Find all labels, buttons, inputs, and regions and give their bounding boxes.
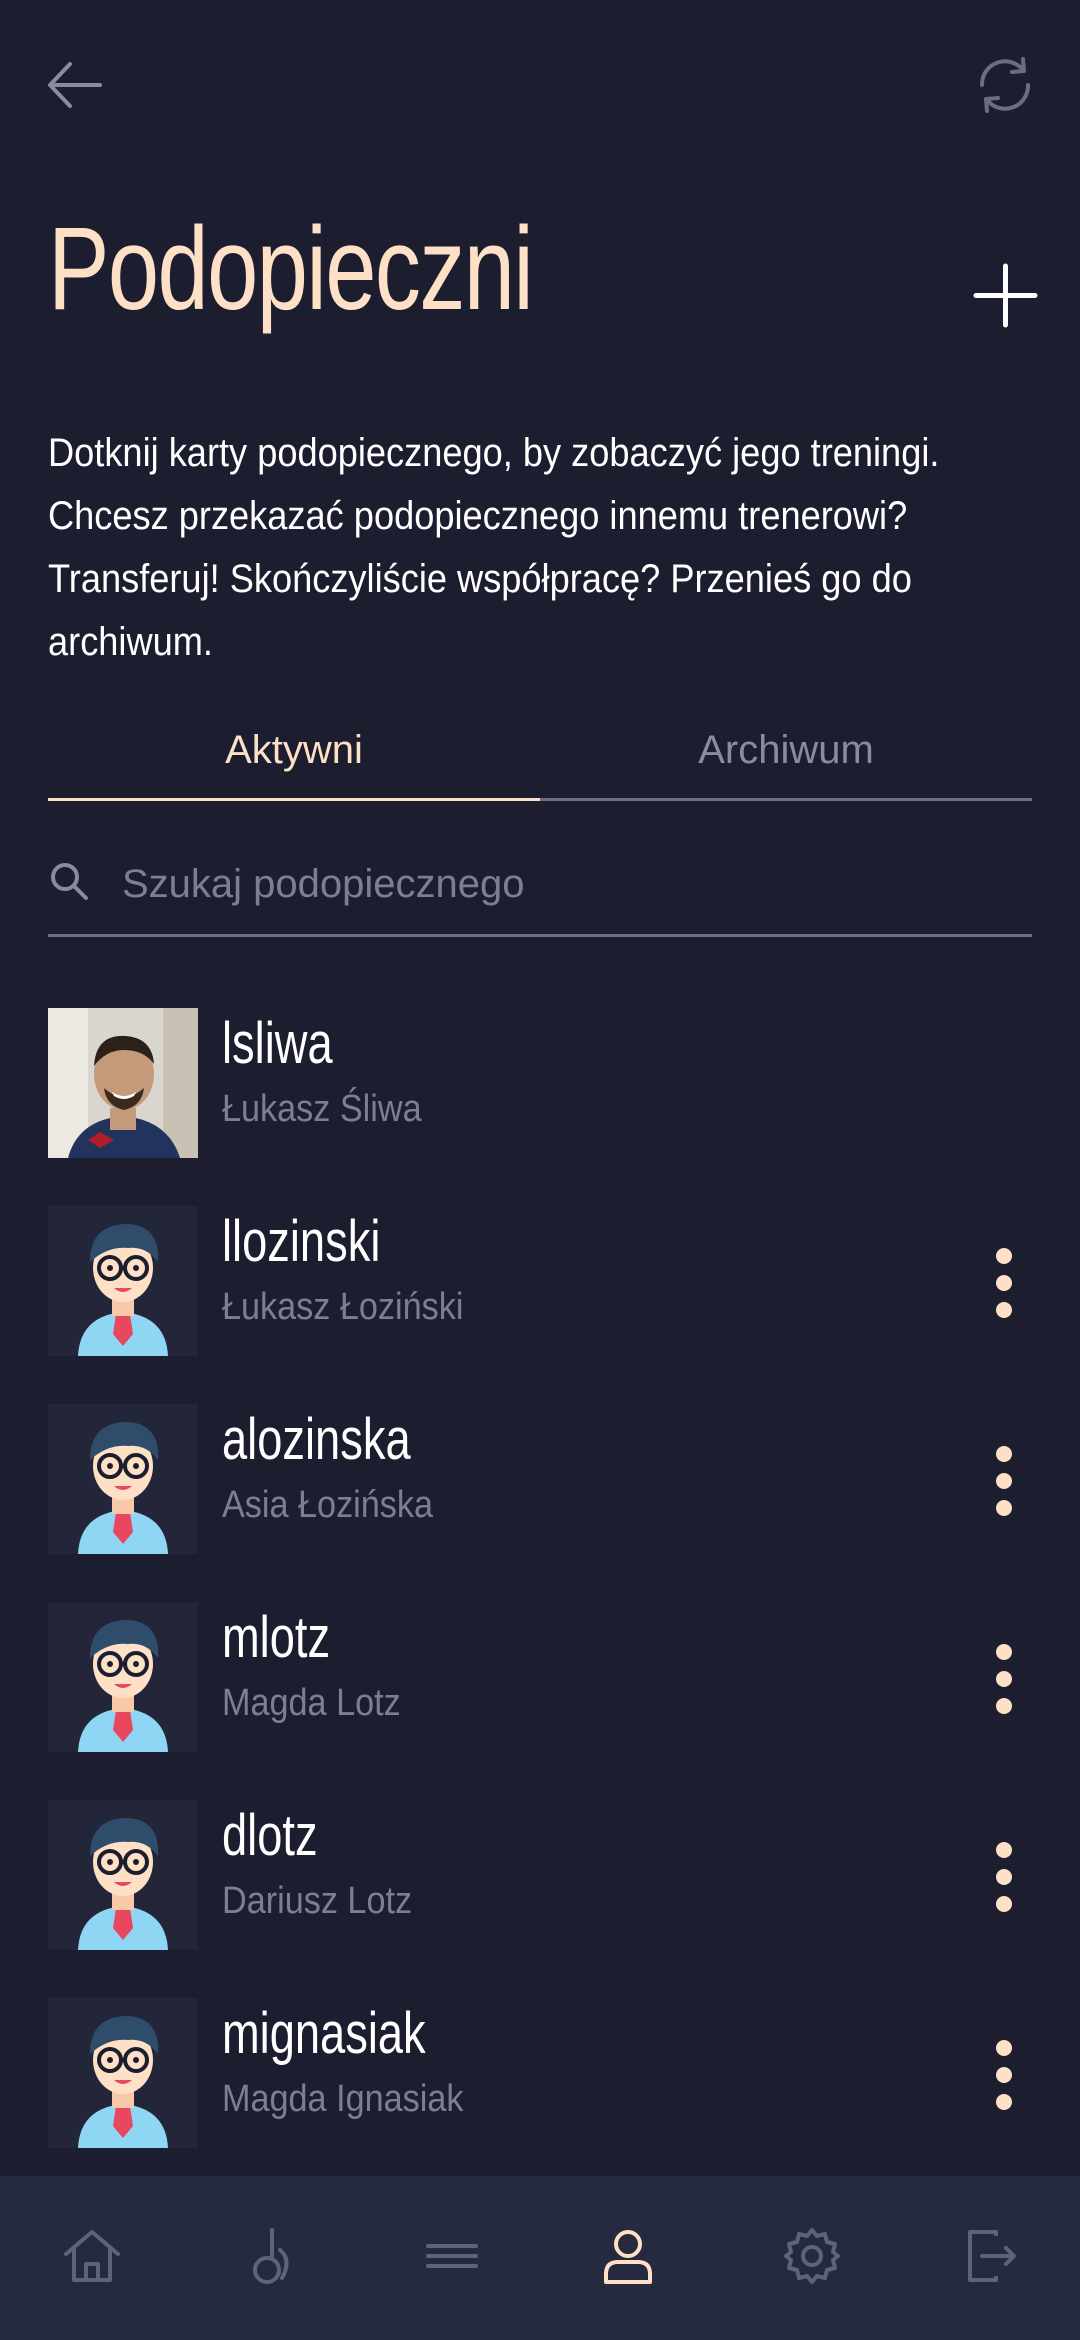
back-button[interactable]: [40, 50, 110, 120]
client-full-name: Magda Lotz: [222, 1682, 401, 1724]
client-full-name: Dariusz Lotz: [222, 1880, 413, 1922]
default-avatar: [48, 1800, 198, 1950]
user-icon: [604, 2230, 652, 2284]
client-username: alozinska: [222, 1407, 411, 1472]
plus-icon: [973, 263, 1038, 328]
client-full-name: Łukasz Łoziński: [222, 1286, 464, 1328]
client-card[interactable]: mignasiak Magda Ignasiak: [0, 1998, 1080, 2148]
logout-icon: [968, 2230, 1016, 2282]
more-options-button[interactable]: [985, 2040, 1025, 2110]
client-username: lsliwa: [222, 1011, 333, 1076]
nav-logout[interactable]: [950, 2216, 1030, 2296]
more-options-button[interactable]: [985, 1446, 1025, 1516]
home-icon: [64, 2230, 120, 2282]
client-username: mignasiak: [222, 2001, 426, 2066]
client-full-name: Magda Ignasiak: [222, 2078, 464, 2120]
refresh-button[interactable]: [970, 50, 1040, 120]
nav-clients[interactable]: [588, 2216, 668, 2296]
arrow-left-icon: [48, 62, 102, 108]
default-avatar: [48, 1602, 198, 1752]
tab-active-clients[interactable]: Aktywni: [48, 720, 540, 800]
client-card[interactable]: mlotz Magda Lotz: [0, 1602, 1080, 1752]
more-options-button[interactable]: [985, 1842, 1025, 1912]
top-bar: [0, 0, 1080, 170]
more-options-button[interactable]: [985, 1644, 1025, 1714]
client-username: dlotz: [222, 1803, 318, 1868]
kettlebell-icon: [253, 2228, 289, 2284]
refresh-icon: [979, 57, 1031, 113]
tab-underline: [540, 798, 1032, 801]
nav-menu[interactable]: [412, 2216, 492, 2296]
menu-icon: [426, 2244, 478, 2268]
client-photo: [48, 1008, 198, 1158]
client-username: llozinski: [222, 1209, 381, 1274]
page-title: Podopieczni: [48, 203, 534, 335]
default-avatar: [48, 1206, 198, 1356]
search-icon: [51, 863, 88, 900]
default-avatar: [48, 1404, 198, 1554]
client-full-name: Asia Łozińska: [222, 1484, 434, 1526]
client-card[interactable]: alozinska Asia Łozińska: [0, 1404, 1080, 1554]
add-client-button[interactable]: [968, 258, 1043, 333]
client-card[interactable]: llozinski Łukasz Łoziński: [0, 1206, 1080, 1356]
tab-indicator: [48, 798, 540, 801]
client-card[interactable]: dlotz Dariusz Lotz: [0, 1800, 1080, 1950]
default-avatar: [48, 1998, 198, 2148]
client-username: mlotz: [222, 1605, 331, 1670]
nav-training[interactable]: [232, 2216, 312, 2296]
page-description: Dotknij karty podopiecznego, by zobaczyć…: [48, 431, 940, 664]
tab-archive[interactable]: Archiwum: [540, 720, 1032, 800]
search-input[interactable]: [120, 848, 1024, 920]
more-options-button[interactable]: [985, 1248, 1025, 1318]
nav-settings[interactable]: [772, 2216, 852, 2296]
search-underline: [48, 934, 1032, 937]
nav-home[interactable]: [52, 2216, 132, 2296]
search-bar: [48, 840, 1032, 936]
client-card[interactable]: lsliwa Łukasz Śliwa: [0, 1008, 1080, 1158]
settings-icon: [784, 2228, 840, 2284]
client-full-name: Łukasz Śliwa: [222, 1088, 422, 1130]
bottom-nav: [0, 2176, 1080, 2340]
